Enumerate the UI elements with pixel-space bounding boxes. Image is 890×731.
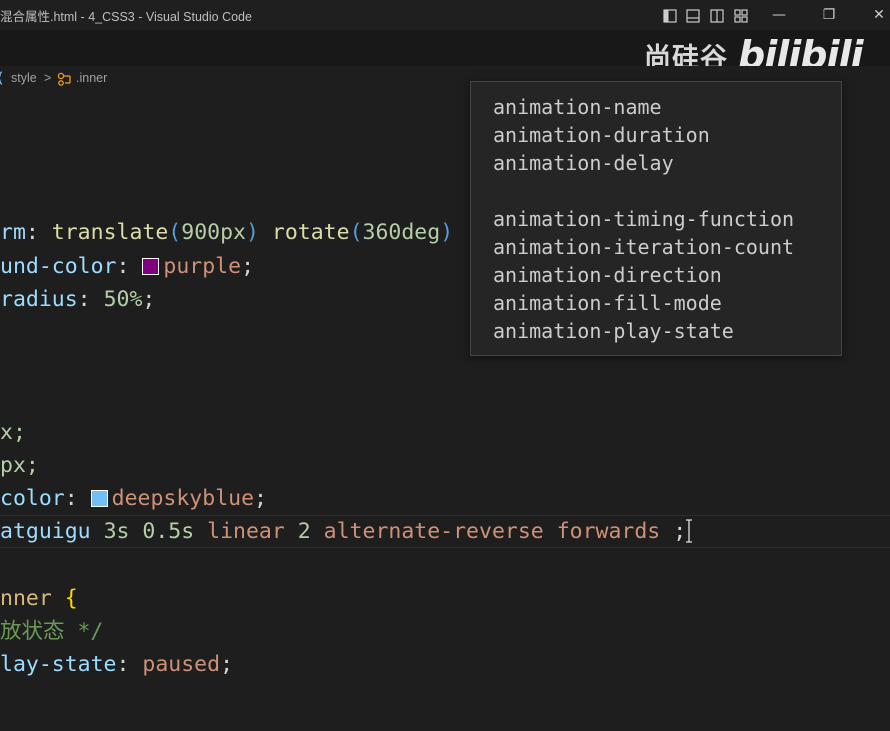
braces-icon (0, 71, 10, 88)
text-cursor-icon (686, 519, 692, 543)
code-line: nner { (0, 586, 78, 611)
code-line: x; (0, 420, 26, 445)
hover-line: animation-delay (493, 151, 674, 175)
hover-line: animation-timing-function (493, 207, 795, 231)
code-line: 放状态 */ (0, 619, 104, 644)
toggle-primary-sidebar-icon[interactable] (663, 8, 677, 23)
restore-button[interactable]: ❐ (818, 4, 840, 26)
breadcrumb-separator: > (44, 71, 52, 85)
hover-line: animation-fill-mode (493, 291, 722, 315)
code-line: lay-state: paused; (0, 652, 234, 677)
color-swatch-deepskyblue[interactable] (90, 490, 108, 507)
code-line: radius: 50%; (0, 287, 156, 312)
toggle-panel-icon[interactable] (686, 8, 700, 23)
breadcrumb-item-inner[interactable]: .inner (76, 71, 107, 85)
close-button[interactable]: ✕ (868, 4, 890, 26)
window-title: 混合属性.html - 4_CSS3 - Visual Studio Code (0, 10, 252, 24)
breadcrumb-item-style[interactable]: style (11, 71, 37, 85)
code-line-current: atguigu 3s 0.5s linear 2 alternate-rever… (0, 519, 687, 544)
code-line: rm: translate(900px) rotate(360deg) (0, 220, 454, 245)
hover-line: animation-duration (493, 123, 710, 147)
hover-tooltip: animation-name animation-duration animat… (470, 81, 842, 356)
hover-line: animation-name (493, 95, 662, 119)
hover-line: animation-play-state (493, 319, 734, 343)
code-line: color: deepskyblue; (0, 486, 267, 511)
customize-layout-icon[interactable] (734, 8, 748, 23)
code-line: und-color: purple; (0, 254, 255, 279)
minimize-button[interactable]: — (768, 4, 790, 26)
title-bar: 混合属性.html - 4_CSS3 - Visual Studio Code … (0, 0, 890, 30)
hover-line: animation-direction (493, 263, 722, 287)
toggle-secondary-sidebar-icon[interactable] (710, 8, 724, 23)
color-swatch-purple[interactable] (142, 258, 160, 275)
selector-symbol-icon (57, 72, 73, 89)
code-line: px; (0, 453, 39, 478)
hover-line: animation-iteration-count (493, 235, 795, 259)
